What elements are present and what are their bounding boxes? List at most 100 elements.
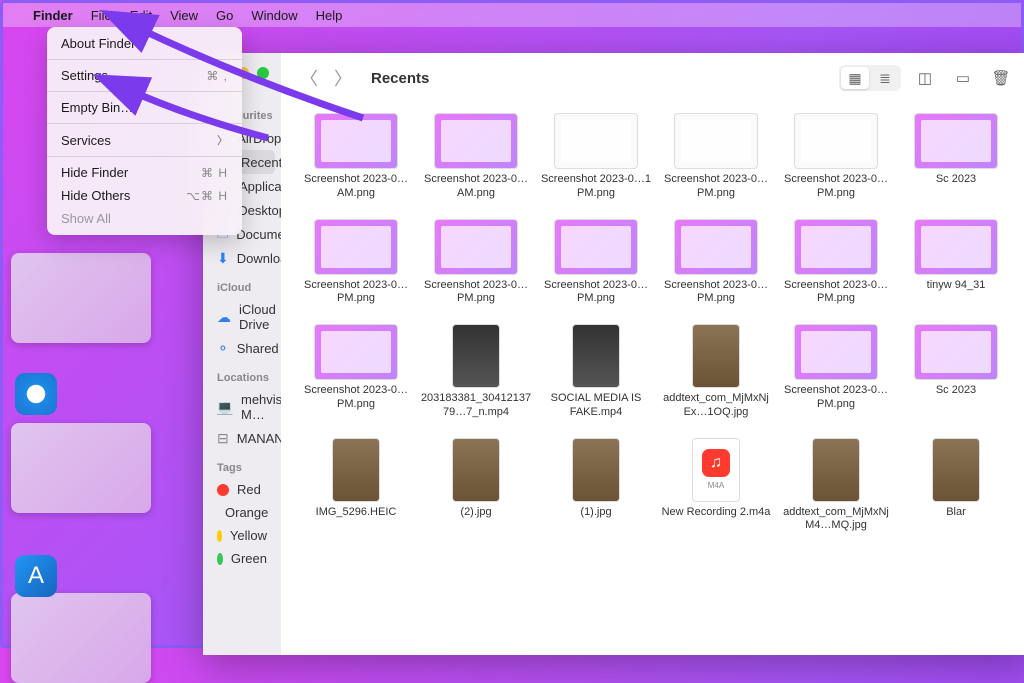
- file-thumbnail: [914, 113, 998, 169]
- sidebar-item-label: Downloads: [237, 251, 281, 266]
- desktop-thumb: [11, 253, 151, 343]
- file-name: Blar: [946, 506, 966, 520]
- file-name: SOCIAL MEDIA IS FAKE.mp4: [540, 392, 652, 420]
- finder-toolbar: 〈 〉 Recents ▦ ≣ ◫ ▭ 🗑: [281, 53, 1024, 103]
- file-name: addtext_com_MjMxNjEx…1OQ.jpg: [660, 392, 772, 420]
- file-item[interactable]: addtext_com_MjMxNjM4…MQ.jpg: [777, 438, 895, 534]
- desktop-thumb: [11, 593, 151, 683]
- tag-dot-icon: [217, 484, 229, 496]
- sidebar-item-disk[interactable]: ⊟MANAN⏏: [203, 426, 281, 450]
- view-switcher: ▦ ≣: [839, 65, 901, 91]
- sidebar-item-label: Documents: [236, 227, 281, 242]
- file-name: Sc 2023: [936, 173, 976, 187]
- file-item[interactable]: SOCIAL MEDIA IS FAKE.mp4: [537, 324, 655, 420]
- file-thumbnail: [914, 324, 998, 380]
- sidebar-tag-yellow[interactable]: Yellow: [203, 524, 281, 547]
- file-item[interactable]: (2).jpg: [417, 438, 535, 534]
- tag-dot-icon: [217, 530, 222, 542]
- sidebar-item-label: Applications: [239, 179, 281, 194]
- sidebar-tag-orange[interactable]: Orange: [203, 501, 281, 524]
- file-thumbnail: [794, 324, 878, 380]
- sidebar-tag-green[interactable]: Green: [203, 547, 281, 570]
- file-thumbnail: [452, 324, 500, 388]
- menu-hide-others[interactable]: Hide Others⌥⌘ H: [47, 184, 242, 207]
- sidebar-item-label: MANAN: [237, 431, 281, 446]
- file-item[interactable]: IMG_5296.HEIC: [297, 438, 415, 534]
- trash-button[interactable]: 🗑: [987, 66, 1015, 90]
- file-item[interactable]: Screenshot 2023-0…PM.png: [297, 324, 415, 420]
- file-thumbnail: ♫M4A: [692, 438, 740, 502]
- file-item[interactable]: Screenshot 2023-0…PM.png: [657, 113, 775, 201]
- file-name: Screenshot 2023-0…PM.png: [780, 279, 892, 307]
- file-item[interactable]: Blar: [897, 438, 1015, 534]
- menu-shortcut: ⌥⌘ H: [186, 189, 228, 203]
- file-thumbnail: [812, 438, 860, 502]
- sidebar-tag-red[interactable]: Red: [203, 478, 281, 501]
- menu-label: Hide Finder: [61, 165, 128, 180]
- annotation-arrow-2: [83, 53, 283, 158]
- file-grid: Screenshot 2023-0…AM.pngScreenshot 2023-…: [281, 103, 1024, 655]
- file-thumbnail: [794, 219, 878, 275]
- file-thumbnail: [554, 113, 638, 169]
- file-name: Screenshot 2023-0…PM.png: [780, 173, 892, 201]
- file-item[interactable]: Sc 2023: [897, 324, 1015, 420]
- file-item[interactable]: Screenshot 2023-0…PM.png: [657, 219, 775, 307]
- sidebar-item-icloud-drive[interactable]: ☁iCloud Drive: [203, 298, 281, 336]
- file-item[interactable]: Screenshot 2023-0…PM.png: [777, 324, 895, 420]
- dock-preview: A: [15, 373, 57, 597]
- appstore-icon[interactable]: A: [15, 555, 57, 597]
- file-item[interactable]: Screenshot 2023-0…1 PM.png: [537, 113, 655, 201]
- file-item[interactable]: Screenshot 2023-0…PM.png: [297, 219, 415, 307]
- file-thumbnail: [572, 438, 620, 502]
- file-item[interactable]: Screenshot 2023-0…PM.png: [417, 219, 535, 307]
- file-item[interactable]: ♫M4ANew Recording 2.m4a: [657, 438, 775, 534]
- gallery-view-button[interactable]: ▭: [949, 66, 977, 90]
- file-name: Screenshot 2023-0…PM.png: [660, 173, 772, 201]
- disk-icon: ⊟: [217, 430, 229, 446]
- file-thumbnail: [314, 219, 398, 275]
- file-item[interactable]: Screenshot 2023-0…PM.png: [537, 219, 655, 307]
- icon-view-button[interactable]: ▦: [841, 67, 869, 89]
- sidebar-item-label: Yellow: [230, 528, 267, 543]
- file-item[interactable]: Sc 2023: [897, 113, 1015, 201]
- menu-shortcut: ⌘ H: [201, 166, 228, 180]
- finder-window: Favourites ◎AirDrop 🕘Recents ⒶApplicatio…: [203, 53, 1024, 655]
- sidebar-section-tags: Tags: [203, 458, 281, 478]
- file-thumbnail: [434, 219, 518, 275]
- finder-main: 〈 〉 Recents ▦ ≣ ◫ ▭ 🗑 Screenshot 2023-0……: [281, 53, 1024, 655]
- menu-hide-finder[interactable]: Hide Finder ⌘ H: [47, 161, 242, 184]
- file-item[interactable]: addtext_com_MjMxNjEx…1OQ.jpg: [657, 324, 775, 420]
- safari-icon[interactable]: [15, 373, 57, 415]
- file-thumbnail: [332, 438, 380, 502]
- sidebar-item-label: Green: [231, 551, 267, 566]
- file-thumbnail: [434, 113, 518, 169]
- file-item[interactable]: Screenshot 2023-0…PM.png: [777, 219, 895, 307]
- column-view-button[interactable]: ◫: [911, 66, 939, 90]
- file-item[interactable]: tinyw 94_31: [897, 219, 1015, 307]
- tag-dot-icon: [217, 553, 223, 565]
- file-name: (2).jpg: [460, 506, 491, 520]
- file-item[interactable]: Screenshot 2023-0…AM.png: [417, 113, 535, 201]
- file-name: (1).jpg: [580, 506, 611, 520]
- sidebar-item-label: Desktop: [238, 203, 281, 218]
- file-name: Screenshot 2023-0…PM.png: [540, 279, 652, 307]
- file-name: 203183381_3041213779…7_n.mp4: [420, 392, 532, 420]
- file-thumbnail: [692, 324, 740, 388]
- sidebar-item-shared[interactable]: ⚬Shared: [203, 336, 281, 360]
- downloads-icon: ⬇: [217, 250, 229, 266]
- sidebar-item-downloads[interactable]: ⬇ Downloads: [203, 246, 281, 270]
- file-thumbnail: [914, 219, 998, 275]
- file-name: Screenshot 2023-0…AM.png: [300, 173, 412, 201]
- file-item[interactable]: Screenshot 2023-0…PM.png: [777, 113, 895, 201]
- file-thumbnail: [794, 113, 878, 169]
- file-thumbnail: [554, 219, 638, 275]
- list-view-button[interactable]: ≣: [871, 67, 899, 89]
- file-name: Screenshot 2023-0…AM.png: [420, 173, 532, 201]
- file-name: Screenshot 2023-0…PM.png: [300, 279, 412, 307]
- file-name: Screenshot 2023-0…PM.png: [660, 279, 772, 307]
- sidebar-item-mac[interactable]: 💻mehvish's M…: [203, 388, 281, 426]
- file-item[interactable]: (1).jpg: [537, 438, 655, 534]
- file-item[interactable]: 203183381_3041213779…7_n.mp4: [417, 324, 535, 420]
- sidebar-section-icloud: iCloud: [203, 278, 281, 298]
- shared-icon: ⚬: [217, 340, 229, 356]
